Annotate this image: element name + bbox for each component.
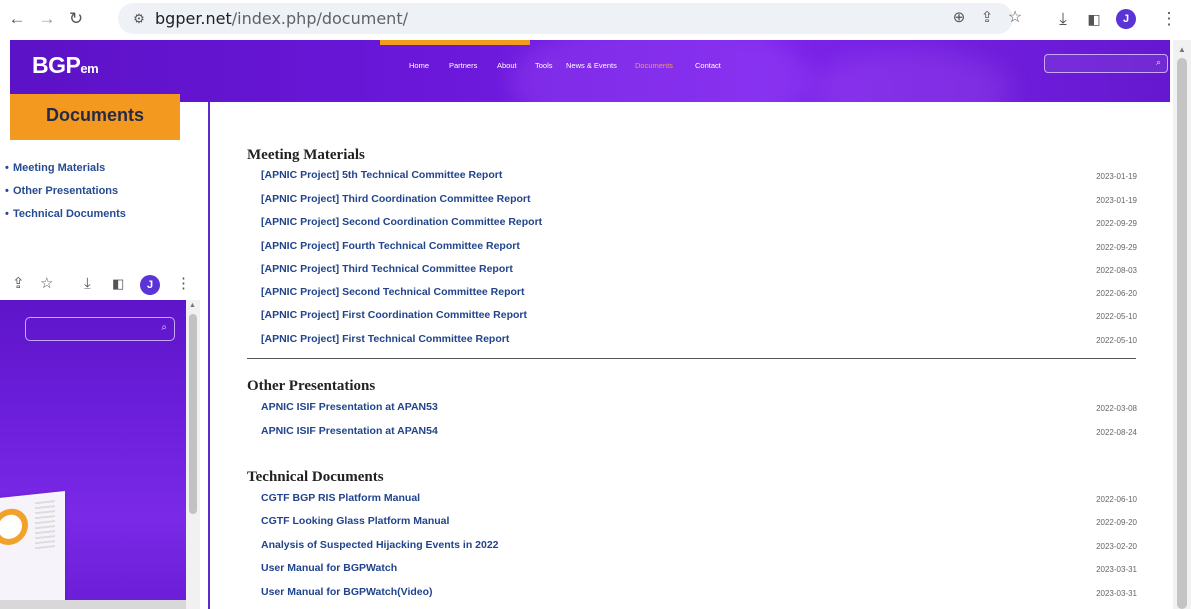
doc-link[interactable]: CGTF BGP RIS Platform Manual	[261, 492, 420, 504]
arrow-right-icon[interactable]: →	[36, 8, 58, 30]
doc-date: 2023-01-19	[1096, 172, 1137, 181]
doc-date: 2022-05-10	[1096, 336, 1137, 345]
browser-toolbar: ← → ↻ ⚙ bgper.net/index.php/document/ ⊕ …	[0, 0, 1191, 40]
doc-date: 2023-03-31	[1096, 565, 1137, 574]
star-icon[interactable]: ☆	[40, 275, 53, 293]
avatar[interactable]: J	[140, 275, 160, 295]
avatar[interactable]: J	[1116, 9, 1136, 29]
url-host: bgper.net	[155, 9, 232, 28]
sidebar-item-label: Meeting Materials	[13, 162, 106, 174]
report-cover-image	[0, 491, 65, 609]
sidebar-item-technical-documents[interactable]: • Technical Documents	[5, 208, 126, 220]
section-title-other-presentations: Other Presentations	[247, 378, 376, 394]
site-logo[interactable]: BGPem	[32, 52, 99, 79]
doc-date: 2022-09-20	[1096, 518, 1137, 527]
share-icon[interactable]: ⇪	[976, 7, 998, 29]
kebab-menu-icon[interactable]: ⋮	[1158, 8, 1180, 30]
sidebar-item-meeting-materials[interactable]: • Meeting Materials	[5, 162, 105, 174]
sidebar-title-box: Documents	[10, 94, 180, 140]
share-icon[interactable]: ⇪	[12, 275, 25, 293]
arrow-left-icon[interactable]: ←	[6, 8, 28, 30]
star-icon[interactable]: ☆	[1004, 7, 1026, 29]
page-scrollbar[interactable]: ▲	[1173, 40, 1191, 609]
doc-link[interactable]: CGTF Looking Glass Platform Manual	[261, 515, 449, 527]
doc-link[interactable]: [APNIC Project] First Technical Committe…	[261, 333, 509, 345]
doc-link[interactable]: Analysis of Suspected Hijacking Events i…	[261, 539, 499, 551]
doc-link[interactable]: [APNIC Project] Third Coordination Commi…	[261, 193, 531, 205]
scroll-up-icon[interactable]: ▲	[189, 302, 196, 309]
logo-main: BGP	[32, 52, 81, 78]
header-accent-bar	[380, 40, 530, 45]
doc-date: 2022-06-10	[1096, 495, 1137, 504]
kebab-menu-icon[interactable]: ⋮	[176, 275, 191, 293]
nav-documents[interactable]: Documents	[635, 61, 673, 70]
donut-graphic	[0, 506, 28, 547]
search-icon[interactable]: ⌕	[1156, 57, 1161, 68]
scroll-up-icon[interactable]: ▲	[1178, 45, 1186, 54]
site-search-input[interactable]: ⌕	[1044, 54, 1168, 73]
section-title-meeting-materials: Meeting Materials	[247, 147, 365, 163]
overlay-search-input[interactable]: ⌕	[25, 317, 175, 341]
sidebar-item-label: Technical Documents	[13, 208, 126, 220]
site-header: BGPem Home Partners About Tools News & E…	[10, 40, 1170, 102]
logo-sub: em	[80, 61, 99, 76]
sidebar-item-label: Other Presentations	[13, 185, 119, 197]
doc-link[interactable]: [APNIC Project] 5th Technical Committee …	[261, 169, 502, 181]
doc-date: 2023-02-20	[1096, 542, 1137, 551]
sidebar-divider	[208, 102, 210, 609]
url-text[interactable]: bgper.net/index.php/document/	[155, 9, 408, 28]
doc-date: 2023-01-19	[1096, 196, 1137, 205]
nav-partners[interactable]: Partners	[449, 61, 477, 70]
doc-date: 2022-09-29	[1096, 219, 1137, 228]
doc-date: 2022-08-03	[1096, 266, 1137, 275]
doc-link[interactable]: [APNIC Project] Second Coordination Comm…	[261, 216, 542, 228]
nav-about[interactable]: About	[497, 61, 517, 70]
doc-link[interactable]: [APNIC Project] Third Technical Committe…	[261, 263, 513, 275]
download-icon[interactable]: ⤓	[84, 275, 91, 293]
doc-date: 2022-08-24	[1096, 428, 1137, 437]
page-scroll-thumb[interactable]	[1177, 58, 1187, 609]
side-panel-icon[interactable]: ◧	[112, 275, 124, 293]
address-bar[interactable]: ⚙ bgper.net/index.php/document/ ⊕ ⇪ ☆	[118, 3, 1022, 34]
url-path: /index.php/document/	[231, 9, 408, 28]
nav-tools[interactable]: Tools	[535, 61, 553, 70]
sidebar-item-other-presentations[interactable]: • Other Presentations	[5, 185, 118, 197]
overlay-browser-toolbar: ⇪ ☆ ⤓ ◧ J ⋮	[0, 268, 200, 300]
doc-date: 2022-09-29	[1096, 243, 1137, 252]
doc-link[interactable]: [APNIC Project] First Coordination Commi…	[261, 309, 527, 321]
zoom-icon[interactable]: ⊕	[948, 7, 970, 29]
overlay-page-panel: ⌕ ▲	[0, 300, 200, 609]
nav-contact[interactable]: Contact	[695, 61, 721, 70]
side-panel-icon[interactable]: ◧	[1083, 8, 1105, 30]
doc-date: 2022-05-10	[1096, 312, 1137, 321]
sidebar-title: Documents	[45, 105, 144, 125]
doc-link[interactable]: User Manual for BGPWatch	[261, 562, 397, 574]
doc-date: 2022-06-20	[1096, 289, 1137, 298]
nav-home[interactable]: Home	[409, 61, 429, 70]
section-title-technical-documents: Technical Documents	[247, 469, 384, 485]
reload-icon[interactable]: ↻	[65, 8, 87, 30]
doc-link[interactable]: User Manual for BGPWatch(Video)	[261, 586, 433, 598]
doc-date: 2022-03-08	[1096, 404, 1137, 413]
doc-link[interactable]: [APNIC Project] Fourth Technical Committ…	[261, 240, 520, 252]
site-info-icon[interactable]: ⚙	[130, 10, 148, 28]
doc-link[interactable]: [APNIC Project] Second Technical Committ…	[261, 286, 525, 298]
overlay-scrollbar[interactable]: ▲	[186, 300, 200, 609]
doc-link[interactable]: APNIC ISIF Presentation at APAN54	[261, 425, 438, 437]
doc-date: 2023-03-31	[1096, 589, 1137, 598]
overlay-scroll-thumb[interactable]	[189, 314, 197, 514]
nav-news-events[interactable]: News & Events	[566, 61, 617, 70]
search-icon[interactable]: ⌕	[161, 322, 167, 333]
doc-link[interactable]: APNIC ISIF Presentation at APAN53	[261, 401, 438, 413]
section-divider	[247, 358, 1136, 359]
download-icon[interactable]: ⤓	[1052, 8, 1074, 30]
